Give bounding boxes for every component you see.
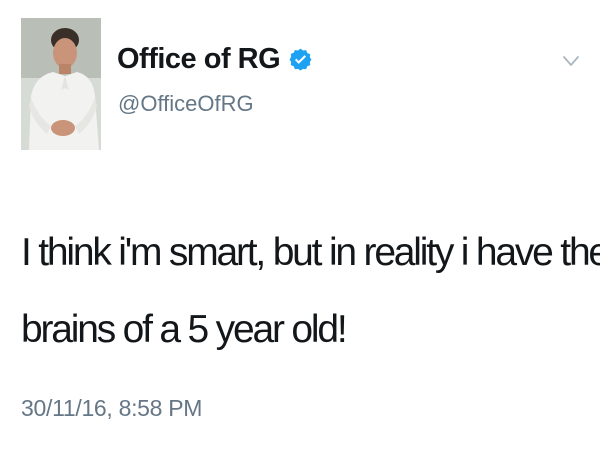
tweet-text-line: I think i'm smart, but in reality i have…: [21, 231, 600, 274]
tweet-text-line: brains of a 5 year old!: [21, 308, 348, 351]
verified-badge-icon: [288, 47, 313, 72]
tweet-timestamp[interactable]: 30/11/16, 8:58 PM: [21, 393, 202, 423]
display-name[interactable]: Office of RG: [117, 40, 281, 78]
tweet-card: Office of RG @OfficeOfRG I think i'm sma…: [0, 0, 600, 450]
avatar[interactable]: [21, 18, 101, 150]
user-handle[interactable]: @OfficeOfRG: [118, 90, 254, 118]
tweet-text: I think i'm smart, but in reality i have…: [21, 214, 600, 368]
profile-photo: [21, 18, 101, 150]
author-name-row[interactable]: Office of RG: [117, 40, 313, 78]
chevron-down-icon[interactable]: [560, 50, 582, 72]
